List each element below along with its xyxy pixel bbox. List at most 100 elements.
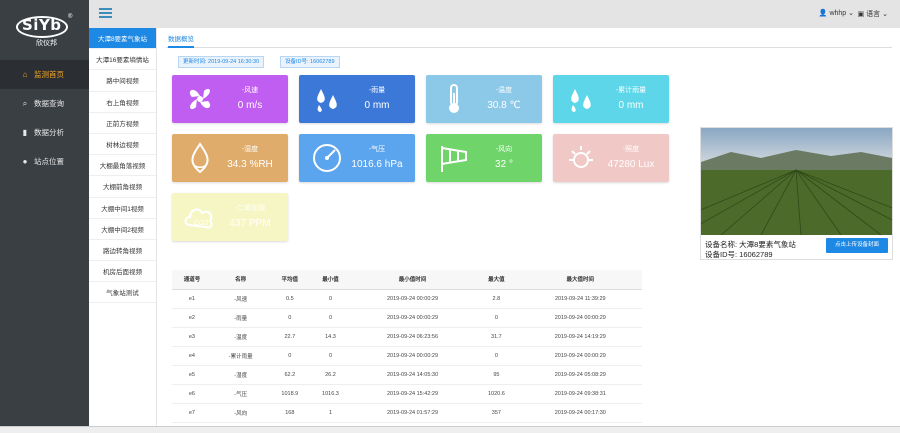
station-item[interactable]: 大棚最角落视频 xyxy=(89,155,156,177)
chevron-down-icon: ⌄ xyxy=(848,10,854,17)
table-cell: 0 xyxy=(310,308,351,328)
sensor-card[interactable]: -累计雨量 0 mm xyxy=(553,75,669,123)
user-menu[interactable]: 👤 whhp ⌄ xyxy=(819,9,854,17)
table-cell: 2019-09-24 00:00:29 xyxy=(518,308,642,328)
top-header: 👤 whhp ⌄ ▣ 语言 ⌄ xyxy=(89,0,900,28)
column-header: 最大值 xyxy=(474,270,519,290)
nav-item-0[interactable]: ⌂ 监测首页 xyxy=(0,60,89,89)
table-row: e1 -风速 0.5 0 2019-09-24 00:00:29 2.8 2019-09-2… xyxy=(172,289,642,309)
table-cell: 2019-09-24 09:38:31 xyxy=(518,384,642,404)
table-cell: 0 xyxy=(310,346,351,366)
tab-data-overview[interactable]: 数据概览 xyxy=(168,33,194,48)
nav-item-3[interactable]: ● 站点位置 xyxy=(0,147,89,176)
sensor-card[interactable]: -照度 47280 Lux xyxy=(553,134,669,182)
table-cell: 2019-09-24 00:00:29 xyxy=(350,289,475,309)
table-cell: e7 xyxy=(172,403,212,423)
nav-item-label: 数据分析 xyxy=(34,128,64,137)
station-item[interactable]: 正前方视频 xyxy=(89,113,156,134)
table-row: e6 -气压 1018.9 1016.3 2019-09-24 15:42:29 1020… xyxy=(172,384,642,404)
sensor-card[interactable]: CO2 -二氧化碳 437 PPM xyxy=(172,193,288,241)
table-cell: 2.8 xyxy=(474,289,519,309)
table-body: e1 -风速 0.5 0 2019-09-24 00:00:29 2.8 2019-09-2… xyxy=(172,289,642,433)
table-cell: 14.3 xyxy=(310,327,351,347)
sensor-value: 0 mm xyxy=(364,100,390,111)
sensor-card[interactable]: -温度 30.8 ℃ xyxy=(426,75,542,123)
column-header: 通道号 xyxy=(172,270,212,290)
column-header: 最小值时间 xyxy=(350,270,475,290)
language-menu[interactable]: ▣ 语言 ⌄ xyxy=(858,9,888,19)
table-cell: 1018.9 xyxy=(269,384,311,404)
sensor-card[interactable]: -湿度 34.3 %RH xyxy=(172,134,288,182)
table-header-row: 通道号 名称 平均值 最小值 最小值时间 最大值 最大值时间 xyxy=(172,270,642,290)
logo-text: SiYb xyxy=(22,16,62,34)
search-icon: ⌕ xyxy=(22,98,28,108)
nav-item-label: 站点位置 xyxy=(34,157,64,166)
logo-subtitle: 欣仪邦 xyxy=(36,40,57,47)
station-item[interactable]: 大棚前角视频 xyxy=(89,176,156,198)
station-item[interactable]: 大潭8要素气象站 xyxy=(89,28,156,50)
nav-item-1[interactable]: ⌕ 数据查询 xyxy=(0,89,89,118)
table-cell: 2019-09-24 00:00:29 xyxy=(518,346,642,366)
table-row: e7 -风向 168 1 2019-09-24 01:57:29 357 2019-09-2… xyxy=(172,403,642,423)
sensor-value: 30.8 ℃ xyxy=(487,100,521,111)
table-cell: e6 xyxy=(172,384,212,404)
upload-cover-button[interactable]: 点击上传设备封面 xyxy=(826,238,888,253)
sensor-label: -二氧化碳 xyxy=(234,205,266,212)
table-cell: -气压 xyxy=(211,384,270,404)
station-item[interactable]: 大棚中间2视频 xyxy=(89,219,156,240)
table-cell: 0 xyxy=(269,308,311,328)
sensor-card[interactable]: -风速 0 m/s xyxy=(172,75,288,123)
table-cell: -温度 xyxy=(211,327,270,347)
table-cell: -雨量 xyxy=(211,308,270,328)
farm-field-image xyxy=(701,128,892,235)
table-cell: 0.5 xyxy=(269,289,311,309)
table-cell: 357 xyxy=(474,403,519,423)
sensor-value: 1016.6 hPa xyxy=(351,159,403,170)
station-item[interactable]: 气象站测试 xyxy=(89,282,156,304)
nav-item-2[interactable]: ▮ 数据分析 xyxy=(0,118,89,147)
table-cell: e5 xyxy=(172,365,212,385)
main-nav: ⌂ 监测首页 ⌕ 数据查询 ▮ 数据分析 ● 站点位置 xyxy=(0,60,89,176)
sensor-label: -风向 xyxy=(495,146,513,153)
table-cell: 2019-09-24 00:00:29 xyxy=(350,308,475,328)
sensor-label: -累计雨量 xyxy=(615,87,647,94)
column-header: 名称 xyxy=(211,270,270,290)
station-list: 大潭8要素气象站 大潭16要素墒情站 路中间视频 右上角视频 正前方视频 树林边视频 大棚最… xyxy=(89,28,157,433)
sensor-card[interactable]: -风向 32 ° xyxy=(426,134,542,182)
station-item[interactable]: 路边转角视频 xyxy=(89,240,156,262)
station-item[interactable]: 大潭16要素墒情站 xyxy=(89,49,156,71)
table-cell: -湿度 xyxy=(211,365,270,385)
device-cover-panel: 设备名称: 大潭8要素气象站 设备ID号: 16062789 点击上传设备封面 xyxy=(700,127,893,260)
chart-icon: ▮ xyxy=(22,128,28,137)
sensor-value: 47280 Lux xyxy=(607,159,655,170)
table-cell: 22.7 xyxy=(269,327,311,347)
home-icon: ⌂ xyxy=(22,70,28,79)
table-cell: 2019-09-24 14:05:30 xyxy=(350,365,475,385)
table-cell: e3 xyxy=(172,327,212,347)
table-cell: 2019-09-24 06:23:56 xyxy=(350,327,475,347)
table-cell: 31.7 xyxy=(474,327,519,347)
station-item[interactable]: 大棚中间1视频 xyxy=(89,198,156,219)
sensor-label: -照度 xyxy=(622,146,640,153)
table-cell: 2019-09-24 00:00:29 xyxy=(350,346,475,366)
sensor-card[interactable]: -气压 1016.6 hPa xyxy=(299,134,415,182)
station-item[interactable]: 树林边视频 xyxy=(89,134,156,156)
table-row: e4 -累计雨量 0 0 2019-09-24 00:00:29 0 2019-09-24 … xyxy=(172,346,642,366)
station-item[interactable]: 右上角视频 xyxy=(89,92,156,113)
station-item[interactable]: 路中间视频 xyxy=(89,70,156,92)
sensor-label: -气压 xyxy=(368,146,386,153)
logo-registered-mark: ® xyxy=(68,14,73,20)
sensor-value: 34.3 %RH xyxy=(227,159,273,170)
svg-text:CO2: CO2 xyxy=(194,219,209,227)
sensor-card[interactable]: -雨量 0 mm xyxy=(299,75,415,123)
table-cell: 95 xyxy=(474,365,519,385)
table-cell: -累计雨量 xyxy=(211,346,270,366)
menu-toggle-icon[interactable] xyxy=(99,8,112,18)
station-item[interactable]: 机房后面视频 xyxy=(89,261,156,283)
sensor-value: 0 mm xyxy=(618,100,644,111)
table-row: e5 -湿度 62.2 26.2 2019-09-24 14:05:30 95 2019-0… xyxy=(172,365,642,385)
table-cell: 168 xyxy=(269,403,311,423)
sensor-label: -雨量 xyxy=(368,87,386,94)
update-time-badge: 更新时间: 2019-09-24 16:30:30 xyxy=(178,56,265,68)
table-cell: 2019-09-24 01:57:29 xyxy=(350,403,475,423)
